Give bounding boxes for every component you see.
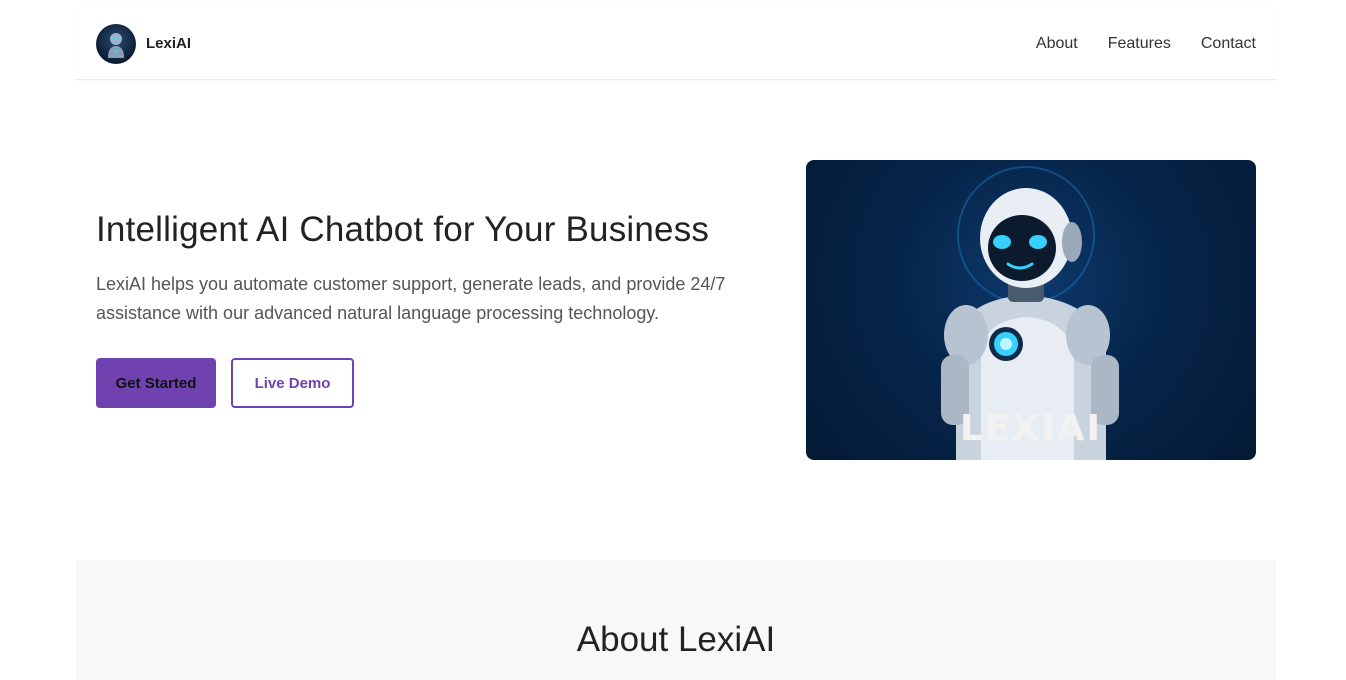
brand[interactable]: LexiAI xyxy=(96,23,191,64)
live-demo-button[interactable]: Live Demo xyxy=(231,358,354,408)
get-started-button[interactable]: Get Started xyxy=(96,358,216,408)
robot-logo-icon[interactable] xyxy=(96,23,136,64)
hero-buttons: Get Started Live Demo xyxy=(96,358,776,408)
nav-link-features[interactable]: Features xyxy=(1108,35,1171,53)
hero-subtitle: LexiAI helps you automate customer suppo… xyxy=(96,274,726,323)
main-nav: About Features Contact xyxy=(1036,35,1256,53)
hero-section: Intelligent AI Chatbot for Your Business… xyxy=(96,210,776,408)
about-title: About LexiAI xyxy=(576,620,776,659)
hero-title: Intelligent AI Chatbot for Your Business xyxy=(96,210,710,249)
hero-image: LEXIAI xyxy=(806,160,1256,460)
nav-link-contact[interactable]: Contact xyxy=(1201,35,1256,53)
hero-image-label: LEXIAI xyxy=(960,408,1102,449)
brand-name[interactable]: LexiAI xyxy=(146,35,191,52)
about-section: About LexiAI xyxy=(76,560,1276,680)
nav-link-about[interactable]: About xyxy=(1036,35,1078,53)
site-header: LexiAI About Features Contact xyxy=(76,8,1276,80)
